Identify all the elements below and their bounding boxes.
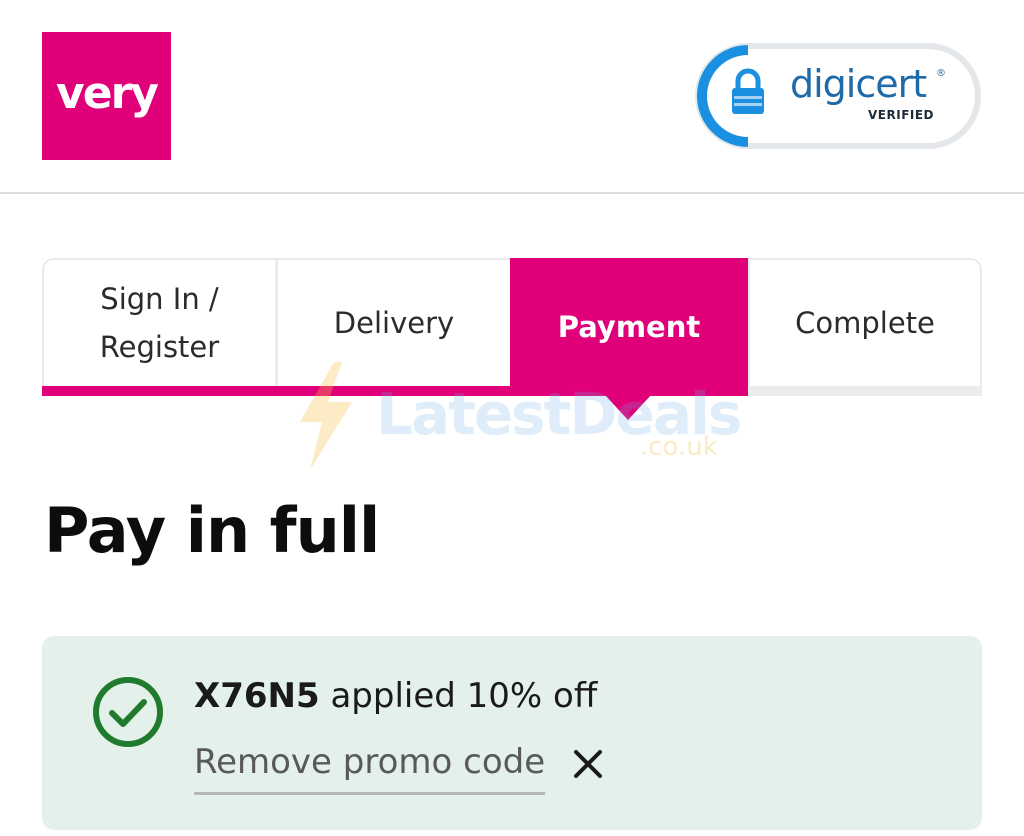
- step-label: Delivery: [333, 306, 455, 340]
- step-sign-in-register[interactable]: Sign In / Register: [42, 258, 278, 388]
- close-icon[interactable]: [570, 746, 606, 782]
- promo-code-banner: X76N5 applied 10% off Remove promo code: [42, 636, 982, 830]
- very-logo[interactable]: very: [42, 32, 171, 160]
- verified-text: VERIFIED: [868, 108, 935, 122]
- registered-mark: ®: [936, 68, 946, 79]
- checkout-progress-steps: Sign In / Register Delivery Payment Comp…: [42, 258, 982, 396]
- promo-applied-text: applied 10% off: [319, 676, 598, 716]
- logo-text: very: [56, 67, 159, 119]
- step-label: Complete: [795, 306, 935, 340]
- step-label: Payment: [557, 310, 701, 344]
- watermark-domain: .co.uk: [640, 432, 718, 462]
- step-label: Sign In / Register: [99, 282, 220, 364]
- promo-code: X76N5: [194, 676, 320, 716]
- page-title: Pay in full: [44, 494, 380, 567]
- digicert-verified-badge[interactable]: digicert ® VERIFIED: [692, 42, 982, 150]
- step-delivery[interactable]: Delivery: [276, 258, 512, 388]
- checkout-page: very digicert ® VERIFIED Sign In / Regis: [0, 0, 1024, 836]
- remove-promo-code-link[interactable]: Remove promo code: [194, 742, 546, 795]
- step-complete: Complete: [748, 258, 982, 388]
- step-payment-active: Payment: [510, 258, 748, 396]
- promo-applied-message: X76N5 applied 10% off: [194, 676, 597, 716]
- check-circle-icon: [92, 676, 164, 748]
- progress-bar-remaining: [748, 386, 982, 396]
- digicert-brand: digicert: [790, 62, 927, 106]
- progress-bar-completed: [42, 386, 512, 396]
- active-step-pointer: [604, 394, 652, 420]
- site-header: very digicert ® VERIFIED: [0, 0, 1024, 194]
